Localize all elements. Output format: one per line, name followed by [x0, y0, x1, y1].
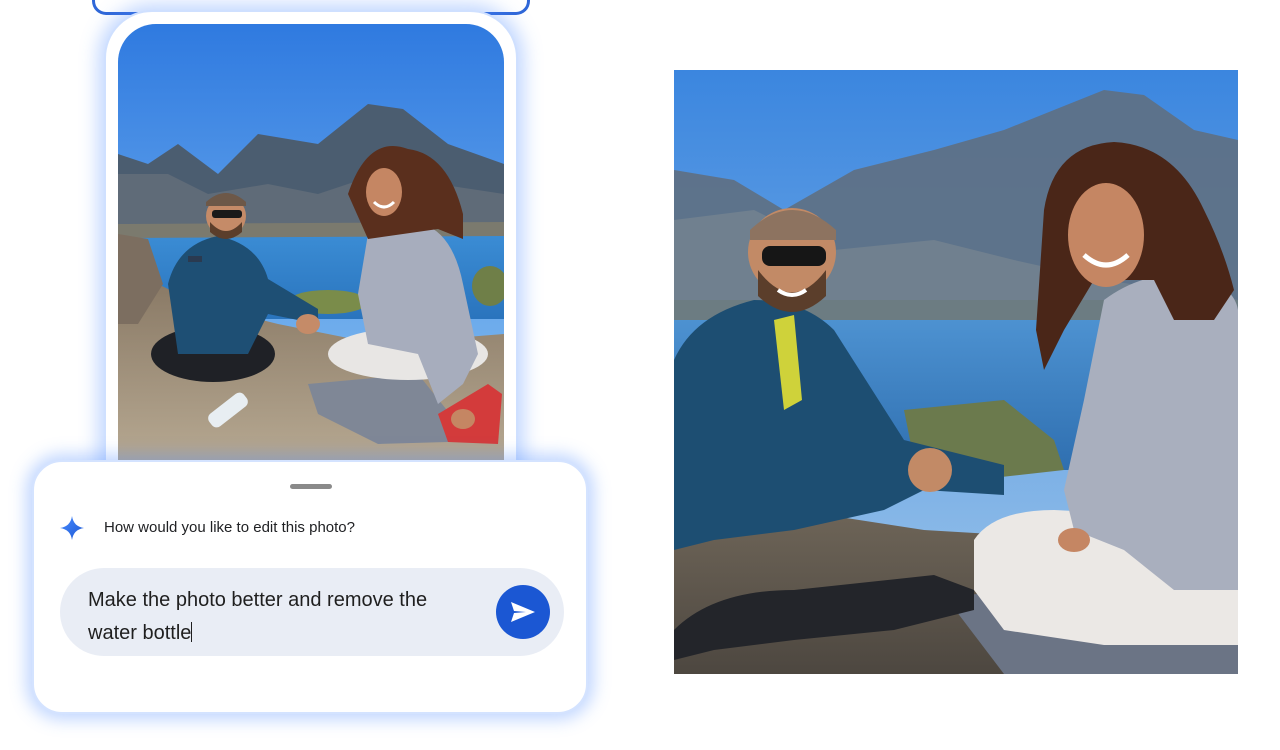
prompt-question: How would you like to edit this photo?	[104, 519, 355, 536]
prompt-input[interactable]: Make the photo better and remove the wat…	[60, 568, 564, 656]
edit-prompt-panel: How would you like to edit this photo? M…	[32, 460, 588, 714]
screen: How would you like to edit this photo? M…	[0, 0, 1280, 750]
gemini-sparkle-icon	[60, 516, 84, 540]
edited-photo[interactable]	[674, 70, 1238, 674]
drag-handle[interactable]	[290, 484, 332, 489]
phone-frame	[104, 10, 518, 484]
prompt-input-value[interactable]: Make the photo better and remove the wat…	[88, 589, 427, 644]
send-arrow-icon	[511, 602, 535, 622]
send-button[interactable]	[496, 585, 550, 639]
original-photo[interactable]	[118, 24, 504, 472]
text-caret	[191, 622, 193, 642]
prompt-input-text-wrap[interactable]: Make the photo better and remove the wat…	[88, 584, 468, 650]
